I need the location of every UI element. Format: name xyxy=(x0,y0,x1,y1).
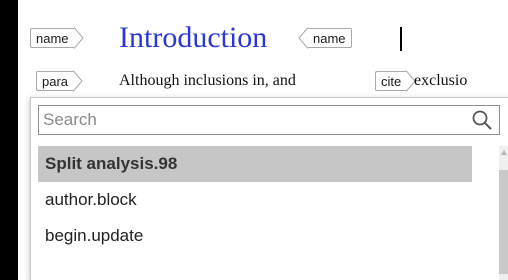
name-close-tag[interactable]: name xyxy=(298,27,352,49)
text-cursor xyxy=(400,27,402,51)
tag-arrow-right-icon xyxy=(73,70,83,92)
element-picker-dropdown: Split analysis.98 author.block begin.upd… xyxy=(30,97,508,280)
search-box[interactable] xyxy=(38,105,500,135)
scroll-up-arrow-icon[interactable] xyxy=(501,150,507,155)
tag-arrow-left-icon xyxy=(298,27,308,49)
search-icon[interactable] xyxy=(471,109,493,131)
paragraph-text[interactable]: Although inclusions in, and xyxy=(119,71,296,91)
para-open-tag[interactable]: para xyxy=(36,70,83,92)
cite-open-tag-label: cite xyxy=(375,71,407,91)
para-open-tag-label: para xyxy=(36,71,74,91)
list-item[interactable]: Split analysis.98 xyxy=(38,146,472,182)
suggestion-list: Split analysis.98 author.block begin.upd… xyxy=(38,146,500,280)
document-canvas: name Introduction name para Although inc… xyxy=(18,0,508,280)
tag-arrow-right-icon xyxy=(73,27,84,49)
list-item[interactable]: author.block xyxy=(38,182,472,218)
heading-title[interactable]: Introduction xyxy=(119,18,267,58)
paragraph-text-after[interactable]: exclusio xyxy=(414,71,467,91)
name-open-tag[interactable]: name xyxy=(30,27,84,49)
name-open-tag-label: name xyxy=(30,28,74,48)
search-input[interactable] xyxy=(43,108,463,132)
scrollbar-thumb[interactable] xyxy=(499,170,508,274)
cite-open-tag[interactable]: cite xyxy=(375,70,416,92)
list-item[interactable]: begin.update xyxy=(38,218,472,254)
name-close-tag-label: name xyxy=(308,28,352,48)
